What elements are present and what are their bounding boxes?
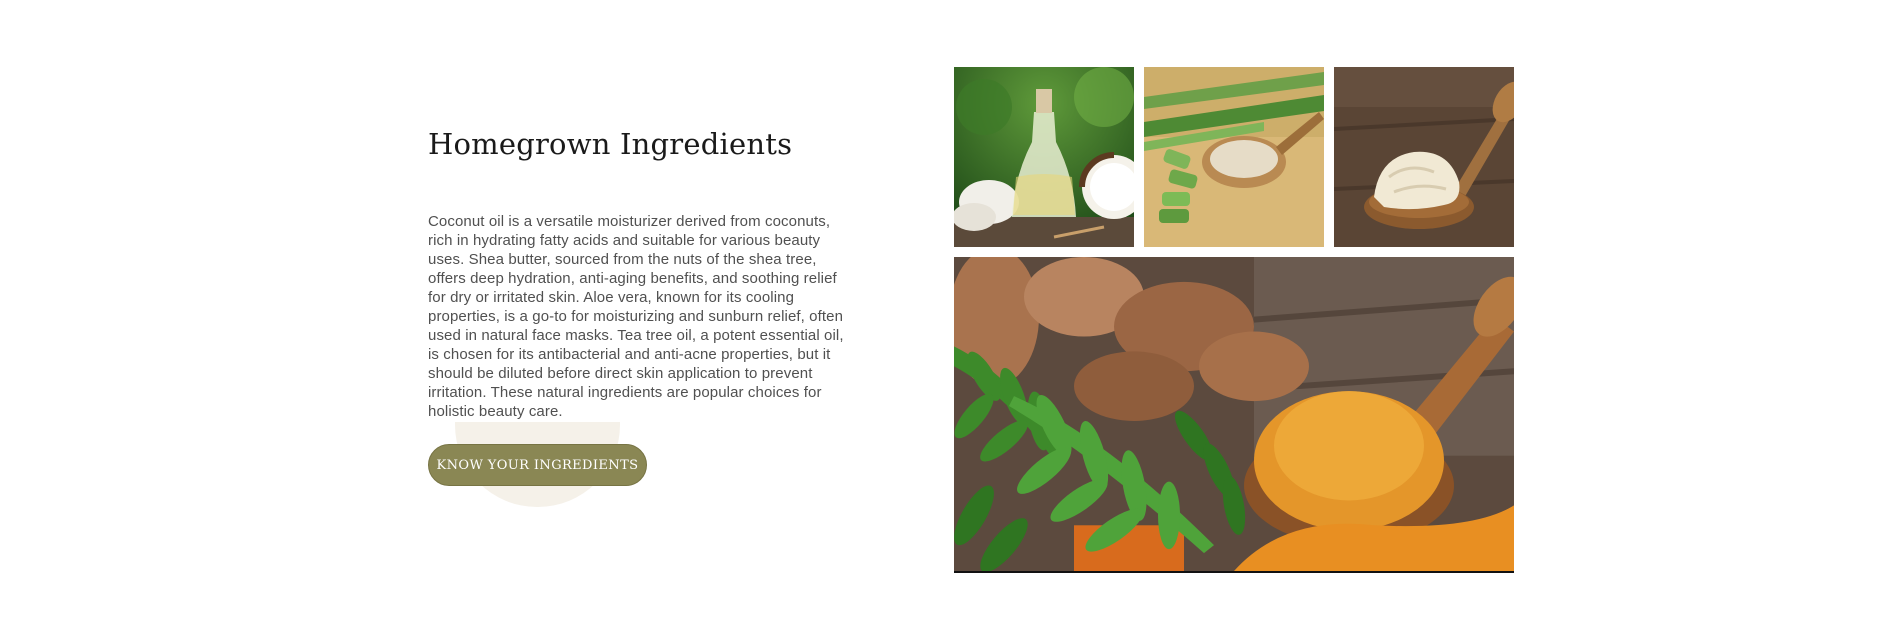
shea-butter-image bbox=[1334, 67, 1514, 247]
ingredients-text-column: Homegrown Ingredients Coconut oil is a v… bbox=[428, 120, 858, 421]
aloe-vera-image bbox=[1144, 67, 1324, 247]
coconut-oil-image bbox=[954, 67, 1134, 247]
know-your-ingredients-button[interactable]: KNOW YOUR INGREDIENTS bbox=[428, 444, 647, 486]
section-title: Homegrown Ingredients bbox=[428, 127, 793, 161]
turmeric-neem-image bbox=[954, 257, 1514, 573]
section-description: Coconut oil is a versatile moisturizer d… bbox=[428, 213, 844, 420]
